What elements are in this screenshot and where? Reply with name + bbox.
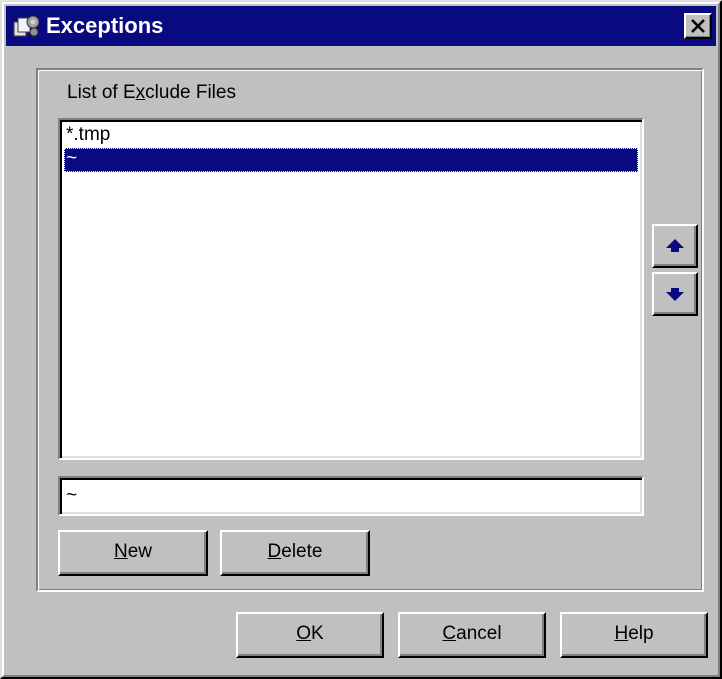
title-bar[interactable]: Exceptions	[6, 6, 716, 46]
ok-button[interactable]: OK	[236, 612, 384, 658]
new-button-mnemonic: N	[113, 541, 128, 562]
help-button-label: elp	[628, 623, 654, 644]
exceptions-dialog: Exceptions List of Exclude Files *.tmp ~…	[0, 0, 722, 679]
move-up-button[interactable]	[652, 224, 698, 268]
group-label: List of Exclude Files	[64, 82, 239, 104]
ok-button-label: K	[311, 623, 324, 644]
help-button-mnemonic: H	[614, 623, 629, 644]
exclude-pattern-input[interactable]	[58, 476, 644, 516]
new-button-label: ew	[127, 541, 153, 562]
group-label-prefix: List of E	[67, 82, 136, 103]
arrow-down-icon	[666, 288, 684, 301]
exclude-files-list[interactable]: *.tmp ~	[58, 118, 644, 460]
list-item[interactable]: *.tmp	[64, 124, 638, 148]
close-icon	[691, 19, 705, 33]
list-item-text: *.tmp	[66, 124, 111, 145]
move-down-button[interactable]	[652, 272, 698, 316]
delete-button-label: elete	[281, 541, 323, 562]
group-label-mnemonic: x	[135, 82, 146, 103]
delete-button[interactable]: Delete	[220, 530, 370, 576]
list-item-selected[interactable]: ~	[64, 148, 638, 172]
files-gear-icon	[12, 12, 42, 40]
cancel-button-label: ancel	[456, 623, 502, 644]
new-button[interactable]: New	[58, 530, 208, 576]
ok-button-mnemonic: O	[296, 623, 312, 644]
group-label-suffix: clude Files	[145, 82, 236, 103]
list-item-text: ~	[66, 148, 78, 169]
cancel-button[interactable]: Cancel	[398, 612, 546, 658]
arrow-up-icon	[666, 239, 684, 252]
help-button[interactable]: Help	[560, 612, 708, 658]
close-button[interactable]	[684, 13, 712, 39]
cancel-button-mnemonic: C	[442, 623, 457, 644]
window-title: Exceptions	[46, 13, 164, 38]
delete-button-mnemonic: D	[267, 541, 282, 562]
